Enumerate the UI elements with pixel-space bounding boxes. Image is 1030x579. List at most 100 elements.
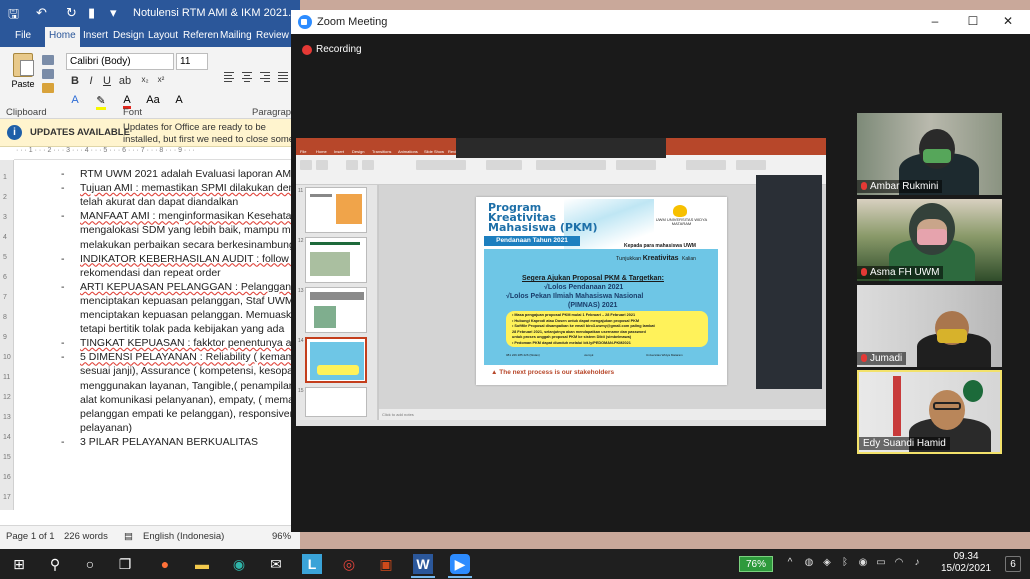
document-body[interactable]: - RTM UWM 2021 adalah Evaluasi laporan AM… bbox=[14, 160, 300, 510]
save-icon[interactable]: 🖫 bbox=[8, 5, 19, 27]
document-line[interactable]: RTM UWM 2021 adalah Evaluasi laporan AMI… bbox=[80, 168, 300, 180]
highlight-icon[interactable]: ✎ bbox=[94, 94, 108, 110]
chart-icon[interactable]: ▮ bbox=[88, 5, 95, 21]
zoom-icon[interactable]: ▶ bbox=[450, 554, 470, 574]
bold-button[interactable]: B bbox=[68, 75, 82, 91]
tab-design[interactable]: Design bbox=[113, 30, 144, 41]
document-line[interactable]: MANFAAT AMI : menginformasikan Kesehatan… bbox=[80, 210, 300, 222]
battery-indicator[interactable]: 76% bbox=[739, 556, 773, 572]
document-line[interactable]: rekomendasi dan repeat order bbox=[80, 267, 221, 279]
underline-button[interactable]: U bbox=[100, 75, 114, 91]
tab-mailings[interactable]: Mailing bbox=[220, 30, 252, 41]
tray-security-icon[interactable]: ◈ bbox=[822, 557, 832, 569]
document-line[interactable]: pelayanan) bbox=[80, 422, 132, 434]
mail-icon[interactable]: ✉ bbox=[266, 554, 286, 574]
action-center-icon[interactable]: 6 bbox=[1005, 556, 1021, 572]
subscript-button[interactable]: x₂ bbox=[138, 75, 152, 91]
close-button[interactable]: ✕ bbox=[998, 14, 1018, 28]
windows-start-icon[interactable]: ⊞ bbox=[9, 554, 29, 574]
tray-app-icon[interactable]: ◍ bbox=[804, 557, 814, 569]
superscript-button[interactable]: x² bbox=[154, 75, 168, 91]
change-case-icon[interactable]: Aa bbox=[146, 94, 160, 108]
paste-button[interactable]: Paste bbox=[8, 53, 38, 99]
volume-icon[interactable]: ♪ bbox=[912, 557, 922, 569]
document-line[interactable]: ARTI KEPUASAN PELANGGAN : Pelanggan Keti… bbox=[80, 281, 300, 293]
document-line[interactable]: sesuai janji), Assurance ( kompetensi, k… bbox=[80, 365, 300, 377]
edge-icon[interactable]: ◉ bbox=[229, 554, 249, 574]
document-line[interactable]: menciptakan kepuasan pelanggan. Memuaska… bbox=[80, 309, 300, 321]
document-line[interactable]: alat komunikasi pelanyanan), empaty, ( m… bbox=[80, 394, 300, 406]
document-line[interactable]: tetapi bertitik tolak pada kebijakan yan… bbox=[80, 323, 284, 335]
language-indicator[interactable]: English (Indonesia) bbox=[143, 531, 224, 542]
align-center-button[interactable] bbox=[240, 69, 254, 83]
strikethrough-button[interactable]: ab bbox=[118, 75, 132, 91]
align-right-button[interactable] bbox=[258, 69, 272, 83]
undo-icon[interactable]: ↶ bbox=[36, 5, 47, 21]
battery-icon[interactable]: ▭ bbox=[876, 557, 886, 569]
tab-layout[interactable]: Layout bbox=[148, 30, 178, 41]
zoom-level[interactable]: 96% bbox=[272, 531, 291, 542]
format-painter-icon[interactable] bbox=[42, 83, 54, 93]
tab-home[interactable]: Home bbox=[45, 27, 80, 47]
participant-tile[interactable]: Asma FH UWM bbox=[857, 199, 1002, 281]
participant-tile[interactable]: Ambar Rukmini bbox=[857, 113, 1002, 195]
font-name-select[interactable]: Calibri (Body) bbox=[66, 53, 174, 70]
clock[interactable]: 09.34 15/02/2021 bbox=[940, 551, 992, 575]
word-count[interactable]: 226 words bbox=[64, 531, 108, 542]
cortana-icon[interactable]: ○ bbox=[80, 554, 100, 574]
justify-button[interactable] bbox=[276, 69, 290, 83]
customize-quick-access-icon[interactable]: ▾ bbox=[110, 5, 117, 21]
firefox-icon[interactable]: ● bbox=[155, 554, 175, 574]
app-l-icon[interactable]: L bbox=[302, 554, 322, 574]
file-explorer-icon[interactable]: ▬ bbox=[192, 554, 212, 574]
bluetooth-icon[interactable]: ᛒ bbox=[840, 557, 850, 569]
document-line[interactable]: 5 DIMENSI PELAYANAN : Reliability ( kema… bbox=[80, 351, 300, 363]
share-toolbar[interactable] bbox=[456, 138, 666, 158]
slide-thumbnail[interactable] bbox=[305, 187, 367, 233]
redo-icon[interactable]: ↻ bbox=[66, 5, 77, 21]
tab-file[interactable]: File bbox=[15, 30, 31, 41]
proofing-icon[interactable]: ▤ bbox=[124, 531, 133, 542]
document-line[interactable]: pelanggan empati ke pelanggan), responsi… bbox=[80, 408, 300, 420]
slide-thumbnail[interactable] bbox=[305, 287, 367, 333]
align-left-button[interactable] bbox=[222, 69, 236, 83]
tab-insert[interactable]: Insert bbox=[83, 30, 108, 41]
office-icon[interactable]: ▣ bbox=[376, 554, 396, 574]
document-line[interactable]: menggunakan layanan, Tangible,( penampil… bbox=[80, 380, 300, 392]
current-slide[interactable]: Program Kreativitas Mahasiswa (PKM) Pend… bbox=[476, 197, 727, 385]
document-line[interactable]: telah akurat dan dapat diandalkan bbox=[80, 196, 238, 208]
document-line[interactable]: mengalokasi SDM yang lebih baik, mampu m… bbox=[80, 224, 300, 236]
task-view-icon[interactable]: ❐ bbox=[115, 554, 135, 574]
italic-button[interactable]: I bbox=[84, 75, 98, 91]
participant-tile[interactable]: Jumadi bbox=[857, 285, 1002, 367]
shared-screen[interactable]: File Home Insert Design Transitions Animatio… bbox=[296, 138, 826, 426]
text-effects-icon[interactable]: A bbox=[68, 94, 82, 108]
minimize-button[interactable]: – bbox=[925, 14, 945, 28]
tab-references[interactable]: Referen bbox=[183, 30, 219, 41]
word-icon[interactable]: W bbox=[413, 554, 433, 574]
clear-formatting-icon[interactable]: A bbox=[172, 94, 186, 108]
participant-tile-active-speaker[interactable]: Edy Suandi Hamid bbox=[857, 370, 1002, 454]
hidden-icons-chevron-icon[interactable]: ^ bbox=[785, 557, 795, 569]
page-count[interactable]: Page 1 of 1 bbox=[6, 531, 55, 542]
chrome-icon[interactable]: ◎ bbox=[339, 554, 359, 574]
notes-bar[interactable]: Click to add notes bbox=[379, 409, 826, 420]
document-line[interactable]: 3 PILAR PELAYANAN BERKUALITAS bbox=[80, 436, 258, 448]
copy-icon[interactable] bbox=[42, 69, 54, 79]
wifi-icon[interactable]: ◠ bbox=[894, 557, 904, 569]
document-line[interactable]: Tujuan AMI : memastikan SPMI dilakukan d… bbox=[80, 182, 300, 194]
slide-thumbnail[interactable] bbox=[305, 237, 367, 283]
font-color-icon[interactable]: A bbox=[120, 94, 134, 109]
slide-thumbnail[interactable] bbox=[305, 387, 367, 417]
slide-thumbnail-selected[interactable] bbox=[305, 337, 367, 383]
cut-icon[interactable] bbox=[42, 55, 54, 65]
document-line[interactable]: TINGKAT KEPUASAN : fakktor penentunya ad… bbox=[80, 337, 300, 349]
document-line[interactable]: INDIKATOR KEBERHASILAN AUDIT : follow up… bbox=[80, 253, 300, 265]
slide-thumbnails[interactable]: 11 12 13 14 15 bbox=[296, 185, 378, 420]
document-line[interactable]: menciptakan kepuasan pelanggan, Staf UWM… bbox=[80, 295, 300, 307]
maximize-button[interactable]: ☐ bbox=[963, 14, 983, 28]
search-icon[interactable]: ⚲ bbox=[45, 554, 65, 574]
zoom-tray-icon[interactable]: ◉ bbox=[858, 557, 868, 569]
tab-review[interactable]: Review bbox=[256, 30, 289, 41]
document-line[interactable]: melakukan perbaikan secara berkesinambun… bbox=[80, 239, 300, 251]
